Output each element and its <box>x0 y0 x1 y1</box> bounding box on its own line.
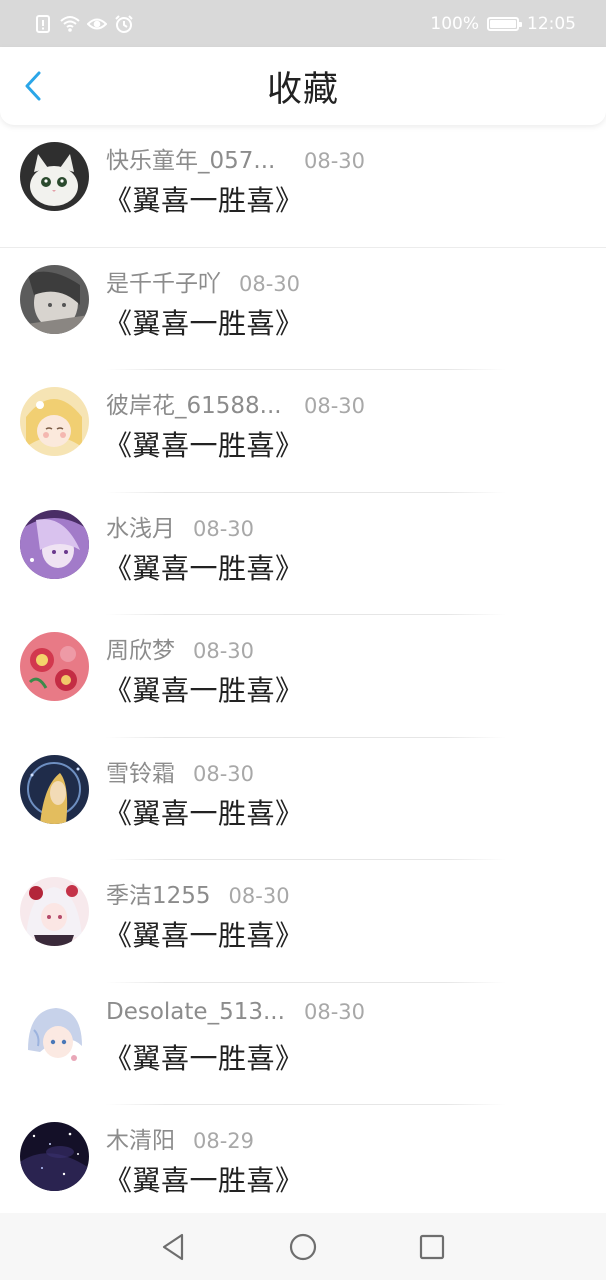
battery-icon <box>487 16 522 31</box>
work-title[interactable]: 《翼喜一胜喜》 <box>104 302 304 342</box>
work-title[interactable]: 《翼喜一胜喜》 <box>104 669 304 709</box>
triangle-back-icon <box>163 1233 184 1260</box>
username[interactable]: Desolate_513... <box>106 999 286 1025</box>
nav-recents-button[interactable] <box>412 1227 452 1267</box>
list-item[interactable]: 周欣梦 08-30 《翼喜一胜喜》 <box>0 615 606 738</box>
work-title[interactable]: 《翼喜一胜喜》 <box>104 547 304 587</box>
date: 08-30 <box>304 999 366 1024</box>
avatar[interactable] <box>20 754 89 824</box>
wifi-icon <box>60 14 80 34</box>
page-title: 收藏 <box>266 69 339 110</box>
item-meta: Desolate_513... 08-30 <box>106 999 365 1025</box>
date: 08-30 <box>239 271 301 296</box>
item-meta: 雪铃霜 08-30 <box>106 754 254 788</box>
date: 08-30 <box>304 149 366 173</box>
favorites-list: 快乐童年_057... 08-30 《翼喜一胜喜》 是千千子吖 08-30 《翼… <box>0 125 606 1213</box>
list-item[interactable]: 快乐童年_057... 08-30 《翼喜一胜喜》 <box>0 125 606 248</box>
username[interactable]: 周欣梦 <box>106 631 175 665</box>
work-title[interactable]: 《翼喜一胜喜》 <box>104 1159 304 1199</box>
avatar[interactable] <box>20 632 89 701</box>
avatar[interactable] <box>20 142 89 211</box>
nav-home-button[interactable] <box>283 1227 323 1267</box>
work-title[interactable]: 《翼喜一胜喜》 <box>104 424 304 464</box>
work-title[interactable]: 《翼喜一胜喜》 <box>104 914 304 954</box>
username[interactable]: 彼岸花_61588... <box>106 386 286 420</box>
battery-percent: 100% <box>430 13 479 34</box>
date: 08-30 <box>304 394 366 418</box>
eye-icon <box>87 14 107 34</box>
list-item[interactable]: 雪铃霜 08-30 《翼喜一胜喜》 <box>0 738 606 860</box>
item-meta: 是千千子吖 08-30 <box>106 264 300 298</box>
item-meta: 季洁1255 08-30 <box>106 876 290 910</box>
status-icons <box>33 14 134 34</box>
username[interactable]: 木清阳 <box>106 1121 175 1155</box>
username[interactable]: 雪铃霜 <box>106 754 175 788</box>
username[interactable]: 快乐童年_057... <box>106 141 286 175</box>
date: 08-30 <box>193 516 255 541</box>
status-right: 100% 12:05 <box>430 14 576 34</box>
status-bar: 100% 12:05 <box>0 0 606 47</box>
app-header: 收藏 <box>0 47 606 125</box>
item-meta: 彼岸花_61588... 08-30 <box>106 386 365 420</box>
avatar[interactable] <box>20 387 89 456</box>
list-item[interactable]: 是千千子吖 08-30 《翼喜一胜喜》 <box>0 248 606 370</box>
item-meta: 快乐童年_057... 08-30 <box>106 141 365 175</box>
date: 08-30 <box>228 884 290 908</box>
list-item[interactable]: 季洁1255 08-30 《翼喜一胜喜》 <box>0 860 606 983</box>
circle-home-icon <box>289 1233 317 1260</box>
clock: 12:05 <box>527 13 576 34</box>
list-item[interactable]: 水浅月 08-30 《翼喜一胜喜》 <box>0 493 606 615</box>
sim-alert-icon <box>33 14 53 34</box>
list-item[interactable]: 彼岸花_61588... 08-30 《翼喜一胜喜》 <box>0 370 606 493</box>
work-title[interactable]: 《翼喜一胜喜》 <box>104 792 304 832</box>
alarm-icon <box>114 14 134 34</box>
avatar[interactable] <box>20 999 89 1069</box>
date: 08-30 <box>193 639 255 663</box>
chevron-left-icon <box>25 71 41 101</box>
list-item[interactable]: 木清阳 08-29 《翼喜一胜喜》 <box>0 1105 606 1213</box>
list-item[interactable]: Desolate_513... 08-30 《翼喜一胜喜》 <box>0 983 606 1105</box>
avatar[interactable] <box>20 509 89 579</box>
username[interactable]: 是千千子吖 <box>106 264 221 298</box>
date: 08-30 <box>193 761 255 786</box>
date: 08-29 <box>193 1129 255 1153</box>
avatar[interactable] <box>20 877 89 946</box>
username[interactable]: 季洁1255 <box>106 876 211 910</box>
square-recents-icon <box>419 1234 444 1259</box>
work-title[interactable]: 《翼喜一胜喜》 <box>104 1037 304 1077</box>
work-title[interactable]: 《翼喜一胜喜》 <box>104 179 304 219</box>
nav-back-button[interactable] <box>154 1227 194 1267</box>
system-nav-bar <box>0 1213 606 1280</box>
avatar[interactable] <box>20 264 89 334</box>
item-meta: 木清阳 08-29 <box>106 1121 254 1155</box>
back-button[interactable] <box>18 69 52 103</box>
username[interactable]: 水浅月 <box>106 509 175 543</box>
avatar[interactable] <box>20 1122 89 1191</box>
item-meta: 水浅月 08-30 <box>106 509 254 543</box>
item-meta: 周欣梦 08-30 <box>106 631 254 665</box>
